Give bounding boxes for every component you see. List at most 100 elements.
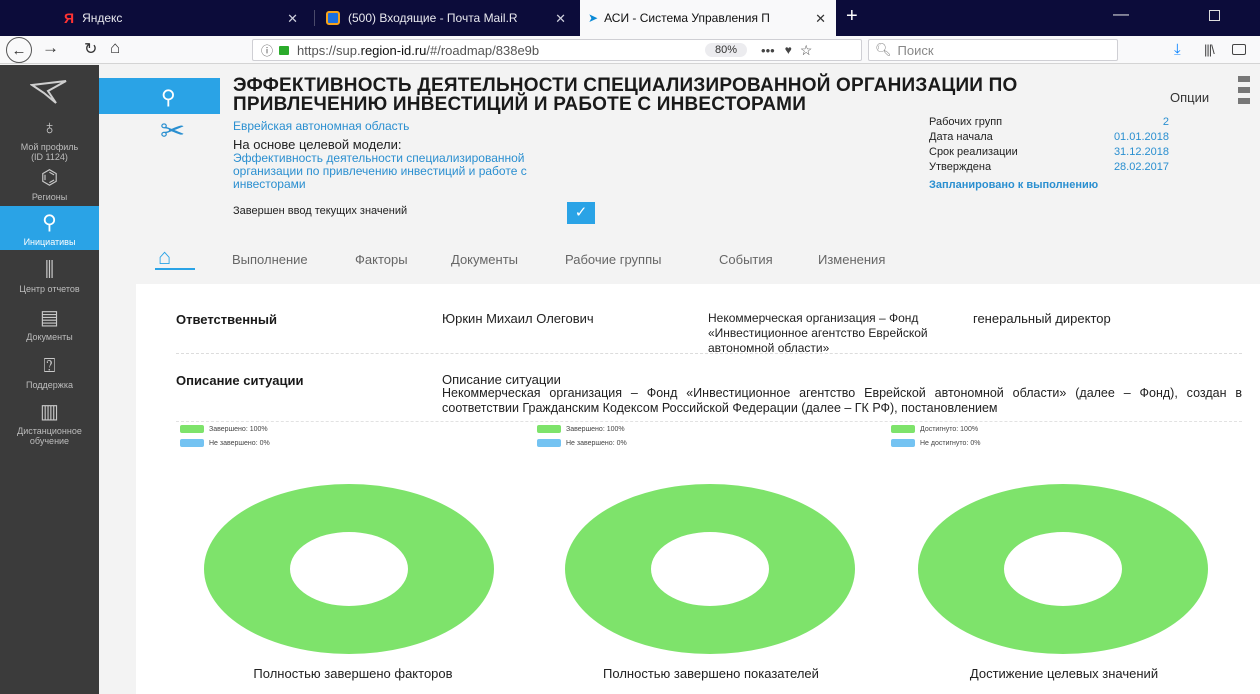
- info-icon[interactable]: ⓘ: [261, 42, 273, 59]
- info-label: Рабочих групп: [929, 116, 1003, 128]
- legend-item: Достигнуто: 100%: [891, 423, 980, 435]
- complete-label: Завершен ввод текущих значений: [233, 205, 408, 217]
- app-sidebar: ♁ Мой профиль (ID 1124) ⌬ Регионы ⚲ Иниц…: [0, 65, 99, 694]
- mail-icon: [326, 11, 340, 25]
- legend-label: Не завершено: 0%: [209, 439, 270, 447]
- tab-factors[interactable]: Факторы: [355, 252, 408, 267]
- tab-execution[interactable]: Выполнение: [232, 252, 308, 267]
- legend-swatch: [537, 425, 561, 433]
- reports-icon: ⫼: [44, 259, 55, 281]
- sidebar-item-label: Дистанционное: [17, 426, 82, 436]
- tab-documents[interactable]: Документы: [451, 252, 518, 267]
- browser-nav-bar: ← → ↻ ⌂ ⓘ https://sup.region-id.ru/#/roa…: [0, 36, 1260, 64]
- download-icon[interactable]: ⤓: [1174, 41, 1181, 58]
- chart-legend: Достигнуто: 100% Не достигнуто: 0%: [891, 423, 980, 451]
- donut-chart-factors: [204, 484, 494, 654]
- menu-icon[interactable]: [1238, 76, 1250, 109]
- sidebar-item-learning[interactable]: ▥ Дистанционное обучение: [0, 399, 99, 449]
- tab-divider: [314, 10, 315, 26]
- sidebar-item-profile[interactable]: ♁ Мой профиль (ID 1124): [0, 113, 99, 162]
- region-link[interactable]: Еврейская автономная область: [233, 119, 409, 133]
- initiative-badge: ⚲: [99, 78, 220, 114]
- url-domain: region-id.ru: [360, 42, 427, 58]
- search-input[interactable]: 🔍︎ Поиск: [868, 39, 1118, 61]
- close-icon[interactable]: ✕: [815, 11, 826, 27]
- learning-icon: ▥: [40, 401, 59, 423]
- complete-checkbox[interactable]: ✓: [567, 202, 595, 224]
- tab-mail[interactable]: (500) Входящие - Почта Mail.R ✕: [318, 0, 576, 36]
- tab-changes[interactable]: Изменения: [818, 252, 885, 267]
- close-icon[interactable]: ✕: [555, 11, 566, 27]
- close-icon[interactable]: ✕: [287, 11, 298, 27]
- info-value: 28.02.2017: [1113, 161, 1169, 173]
- more-icon[interactable]: •••: [761, 43, 775, 58]
- situation-text: Некоммерческая организация – Фонд «Инвес…: [442, 386, 1242, 415]
- tab-events[interactable]: События: [719, 252, 773, 267]
- tools-icon: ✂: [160, 115, 186, 148]
- info-value: 2: [1162, 116, 1169, 128]
- info-row: Дата начала 01.01.2018: [929, 131, 1169, 146]
- yandex-logo: Я: [64, 10, 75, 26]
- app-logo[interactable]: [30, 77, 70, 107]
- zoom-level[interactable]: 80%: [705, 43, 748, 57]
- legend-label: Завершено: 100%: [209, 425, 268, 433]
- tab-yandex[interactable]: Я Яндекс ✕: [56, 0, 308, 36]
- tab-title: АСИ - Система Управления П: [604, 11, 770, 25]
- pocket-icon[interactable]: ♥: [785, 43, 792, 57]
- maximize-icon[interactable]: [1209, 10, 1220, 21]
- sidebar-item-label: Документы: [26, 332, 73, 342]
- minimize-icon[interactable]: —: [1113, 6, 1129, 24]
- sidebar-item-support[interactable]: ⍰ Поддержка: [0, 353, 99, 397]
- sidebar-toggle-icon[interactable]: [1232, 44, 1246, 55]
- sidebar-item-reports[interactable]: ⫼ Центр отчетов: [0, 257, 99, 301]
- support-icon: ⍰: [43, 355, 56, 377]
- legend-swatch: [180, 439, 204, 447]
- options-link[interactable]: Опции: [1170, 90, 1209, 105]
- legend-swatch: [891, 439, 915, 447]
- info-row: Рабочих групп 2: [929, 116, 1169, 131]
- info-label: Дата начала: [929, 131, 993, 143]
- reload-icon[interactable]: ↻: [84, 39, 97, 59]
- info-value: 01.01.2018: [1113, 131, 1169, 143]
- tab-work-groups[interactable]: Рабочие группы: [565, 252, 661, 267]
- legend-swatch: [891, 425, 915, 433]
- url-bar[interactable]: ⓘ https://sup.region-id.ru/#/roadmap/838…: [252, 39, 862, 61]
- url-text[interactable]: https://sup.region-id.ru/#/roadmap/838e9…: [297, 43, 667, 58]
- library-icon[interactable]: |||\: [1204, 42, 1215, 57]
- model-label: На основе целевой модели:: [233, 137, 402, 152]
- sidebar-item-label: Инициативы: [23, 237, 76, 247]
- search-placeholder: Поиск: [897, 42, 934, 58]
- donut-slice: [565, 484, 855, 654]
- legend-swatch: [180, 425, 204, 433]
- bookmark-star-icon[interactable]: ☆: [800, 42, 813, 59]
- responsible-position: генеральный директор: [973, 311, 1111, 326]
- info-row: Срок реализации 31.12.2018: [929, 146, 1169, 161]
- responsible-name: Юркин Михаил Олегович: [442, 311, 594, 326]
- tab-title: (500) Входящие - Почта Mail.R: [348, 11, 518, 25]
- sidebar-item-sublabel: обучение: [29, 436, 70, 446]
- sidebar-item-label: Центр отчетов: [19, 284, 80, 294]
- forward-arrow-icon[interactable]: →: [42, 38, 59, 58]
- divider: [176, 353, 1242, 354]
- new-tab-icon[interactable]: +: [846, 5, 858, 28]
- info-grid: Рабочих групп 2 Дата начала 01.01.2018 Сро…: [929, 116, 1169, 176]
- tab-asi[interactable]: ➤ АСИ - Система Управления П ✕: [580, 0, 836, 36]
- active-tab-indicator: [155, 268, 195, 270]
- initiatives-icon: ⚲: [42, 212, 57, 234]
- donut-chart-indicators: [565, 484, 855, 654]
- info-row: Утверждена 28.02.2017: [929, 161, 1169, 176]
- sidebar-item-initiatives[interactable]: ⚲ Инициативы: [0, 206, 99, 250]
- donut-slice: [918, 484, 1208, 654]
- chart-title: Достижение целевых значений: [969, 666, 1159, 681]
- legend-label: Завершено: 100%: [566, 425, 625, 433]
- back-arrow-icon[interactable]: ←: [6, 37, 32, 63]
- model-link[interactable]: Эффективность деятельности специализиров…: [233, 152, 533, 191]
- home-icon[interactable]: ⌂: [110, 38, 120, 58]
- info-value: 31.12.2018: [1113, 146, 1169, 158]
- sidebar-item-regions[interactable]: ⌬ Регионы: [0, 163, 99, 203]
- sidebar-item-documents[interactable]: ▤ Документы: [0, 305, 99, 349]
- responsible-org: Некоммерческая организация – Фонд «Инвес…: [708, 311, 928, 355]
- chart-legend: Завершено: 100% Не завершено: 0%: [180, 423, 270, 451]
- tab-home[interactable]: ⌂: [158, 244, 171, 270]
- search-icon: 🔍︎: [875, 42, 892, 57]
